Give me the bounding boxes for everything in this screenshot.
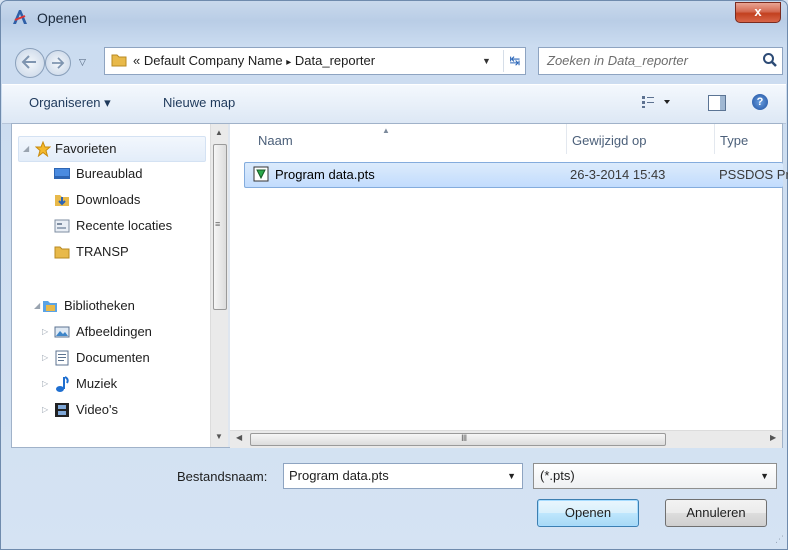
breadcrumb-item-company[interactable]: Default Company Name [144, 53, 283, 68]
change-view-icon[interactable] [642, 96, 672, 111]
star-icon [34, 140, 52, 158]
window-title: Openen [37, 10, 87, 26]
music-note-icon [54, 376, 70, 392]
open-file-dialog: Openen x ▽ « Default Company Name ▸ Data… [0, 0, 788, 550]
nav-item-label: Downloads [76, 192, 141, 207]
nav-item-label: Bureaublad [76, 166, 143, 181]
grip-icon: Ⅲ [461, 433, 468, 443]
back-button[interactable] [15, 48, 45, 78]
file-row[interactable]: Program data.pts 26-3-2014 15:43 PSSDOS … [244, 162, 788, 188]
expand-icon[interactable]: ◢ [23, 137, 29, 161]
expand-icon[interactable]: ▷ [42, 320, 48, 344]
documents-icon [54, 350, 70, 366]
filename-value[interactable]: Program data.pts [289, 468, 389, 483]
resize-grip-icon[interactable]: ⋰ [775, 534, 784, 545]
expand-icon[interactable]: ▷ [42, 346, 48, 370]
column-header-modified[interactable]: Gewijzigd op [572, 133, 646, 148]
close-button[interactable]: x [735, 2, 781, 23]
breadcrumb-item-data-reporter[interactable]: Data_reporter [295, 53, 375, 68]
file-modified: 26-3-2014 15:43 [570, 167, 666, 182]
pictures-icon [54, 324, 70, 340]
nav-item-label: Video's [76, 402, 118, 417]
pts-file-icon [253, 166, 269, 185]
cancel-button[interactable]: Annuleren [665, 499, 767, 527]
file-type: PSSDOS Pr [719, 167, 788, 182]
breadcrumb: « Default Company Name ▸ Data_reporter [133, 53, 375, 68]
nav-pane-scrollbar[interactable]: ▲ ≡ ▼ [210, 124, 228, 447]
nav-item-label: Muziek [76, 376, 118, 391]
nav-item-label: Documenten [76, 350, 150, 365]
nav-item-favorites[interactable]: ◢ Favorieten [18, 136, 206, 162]
folder-icon [54, 244, 70, 260]
downloads-folder-icon [54, 192, 70, 208]
nav-item-label: Favorieten [55, 141, 117, 156]
preview-pane-icon[interactable] [708, 95, 726, 111]
recent-places-icon [54, 218, 70, 234]
film-strip-icon [54, 402, 70, 418]
search-icon[interactable] [762, 52, 778, 71]
file-type-filter[interactable]: (*.pts) ▼ [533, 463, 777, 489]
scroll-left-icon[interactable]: ◀ [236, 433, 242, 442]
scroll-right-icon[interactable]: ▶ [770, 433, 776, 442]
filename-dropdown-icon[interactable]: ▼ [507, 471, 516, 481]
libraries-icon [42, 298, 58, 314]
column-divider[interactable] [714, 124, 715, 154]
nav-item-label: TRANSP [76, 244, 129, 259]
sort-ascending-icon: ▲ [382, 126, 390, 135]
column-divider[interactable] [566, 124, 567, 154]
folder-icon [111, 52, 127, 71]
filter-value: (*.pts) [540, 468, 575, 483]
content-area: ◢ Favorieten Bureaublad Downloads Recent… [11, 123, 788, 448]
recent-pages-dropdown-icon[interactable]: ▽ [79, 57, 86, 68]
breadcrumb-separator-icon[interactable]: ▸ [286, 57, 291, 68]
filter-dropdown-icon[interactable]: ▼ [760, 471, 769, 481]
nav-item-label: Afbeeldingen [76, 324, 152, 339]
scroll-down-icon[interactable]: ▼ [215, 432, 223, 441]
refresh-icon[interactable]: ↹ [503, 50, 526, 72]
new-folder-button[interactable]: Nieuwe map [163, 95, 235, 110]
forward-button[interactable] [45, 50, 71, 76]
pane-splitter[interactable] [228, 124, 230, 447]
filename-label: Bestandsnaam: [177, 469, 268, 484]
nav-item-label: Bibliotheken [64, 298, 135, 313]
column-headers: ▲ Naam Gewijzigd op Type [230, 124, 782, 154]
app-icon [11, 8, 29, 26]
search-box[interactable]: Zoeken in Data_reporter [538, 47, 783, 75]
navigation-pane: ◢ Favorieten Bureaublad Downloads Recent… [12, 124, 210, 447]
title-bar[interactable]: Openen x [1, 1, 787, 31]
desktop-icon [54, 166, 70, 182]
forward-arrow-icon [51, 57, 65, 69]
file-name: Program data.pts [275, 167, 375, 182]
scrollbar-thumb[interactable] [250, 433, 666, 446]
back-arrow-icon [21, 55, 36, 69]
breadcrumb-overflow[interactable]: « [133, 53, 140, 68]
column-header-type[interactable]: Type [720, 133, 748, 148]
help-icon[interactable]: ? [752, 94, 768, 110]
horizontal-scrollbar[interactable]: ◀ Ⅲ ▶ [230, 430, 782, 448]
open-button[interactable]: Openen [537, 499, 639, 527]
expand-icon[interactable]: ▷ [42, 398, 48, 422]
scroll-up-icon[interactable]: ▲ [215, 128, 223, 137]
organize-menu[interactable]: Organiseren ▾ [29, 95, 111, 111]
column-header-name[interactable]: Naam [258, 133, 293, 148]
address-bar[interactable]: « Default Company Name ▸ Data_reporter ▼… [104, 47, 526, 75]
filename-field[interactable]: Program data.pts ▼ [283, 463, 523, 489]
address-dropdown-icon[interactable]: ▼ [482, 56, 491, 66]
expand-icon[interactable]: ▷ [42, 372, 48, 396]
nav-item-label: Recente locaties [76, 218, 173, 233]
command-bar: Organiseren ▾ Nieuwe map ? [2, 84, 786, 124]
search-input[interactable]: Zoeken in Data_reporter [547, 53, 688, 68]
grip-icon: ≡ [215, 219, 221, 229]
expand-icon[interactable]: ◢ [34, 294, 40, 318]
